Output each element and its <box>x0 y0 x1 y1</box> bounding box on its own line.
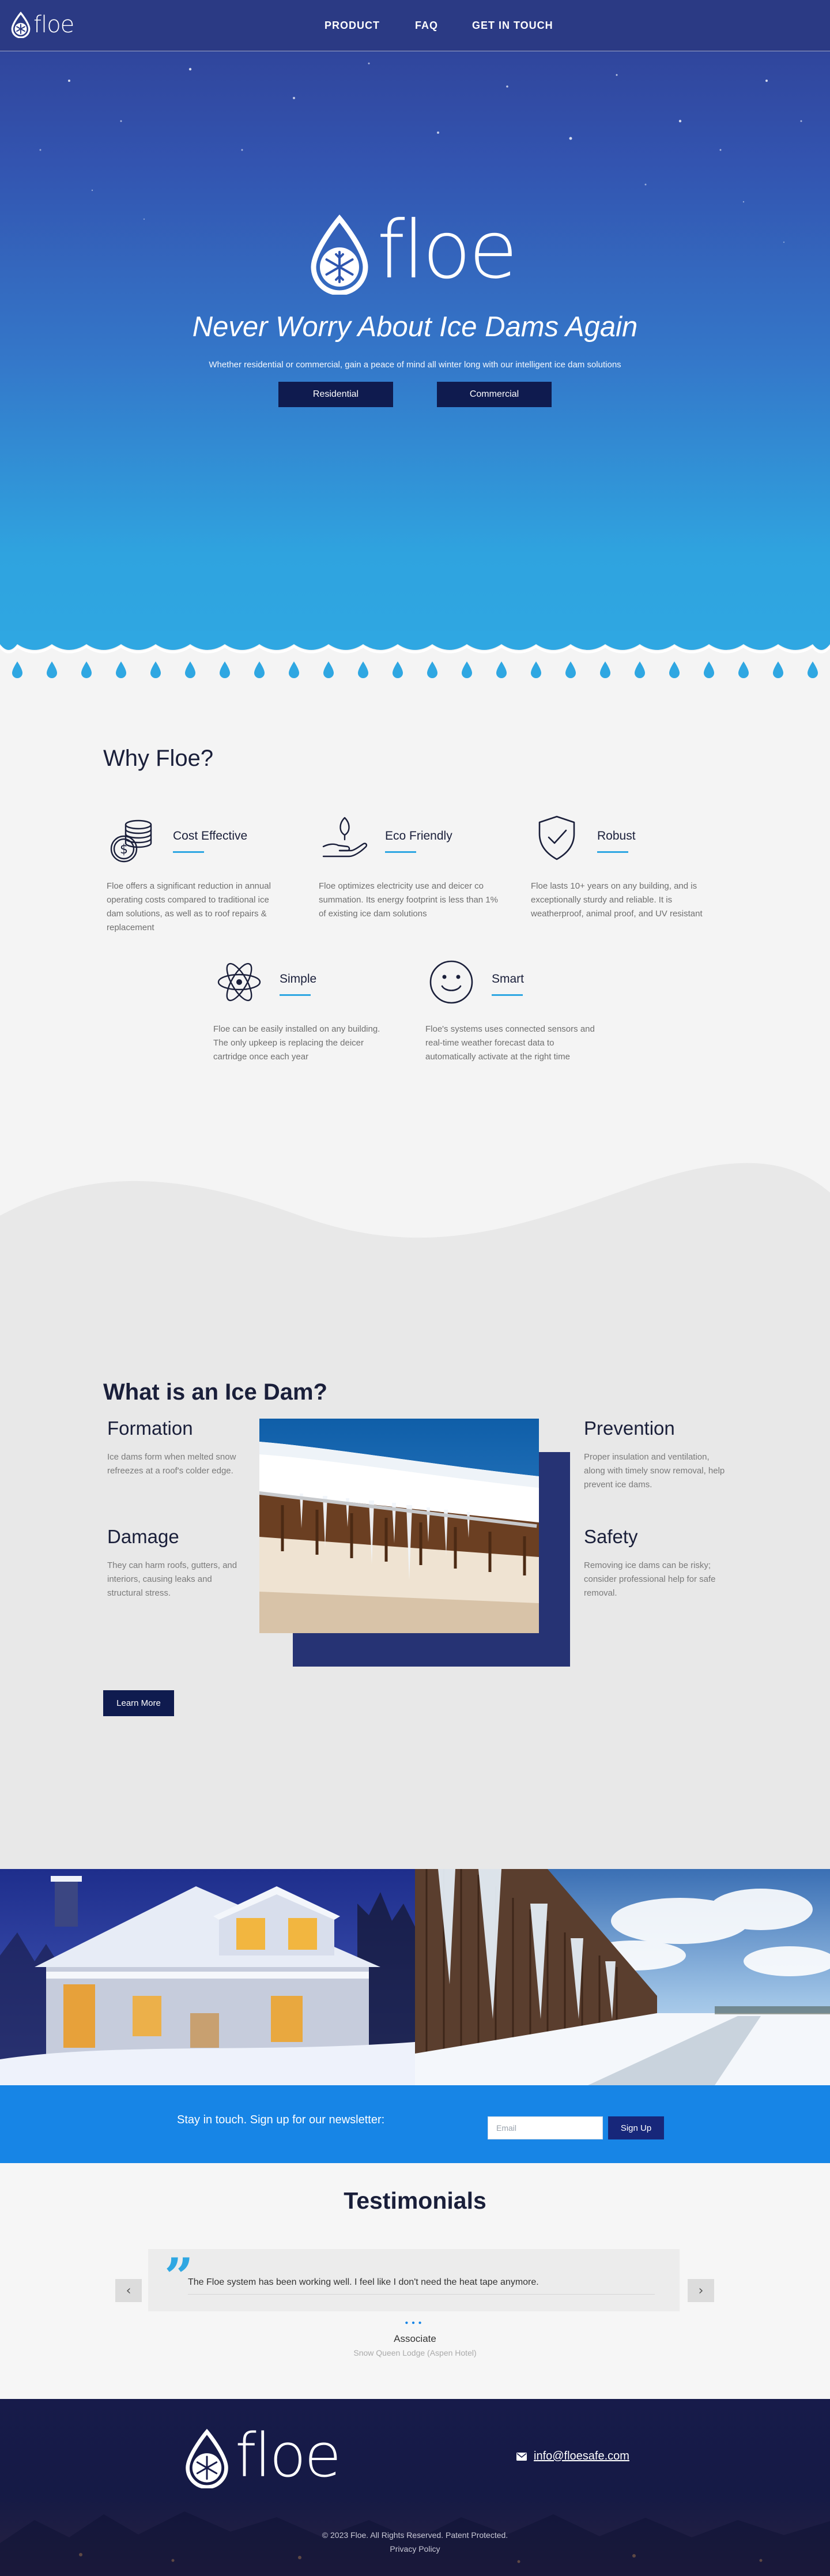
feature-name: Smart <box>492 972 525 986</box>
frozen-fence-photo <box>415 1869 830 2085</box>
email-input[interactable] <box>488 2116 603 2139</box>
prevention-text: Proper insulation and ventilation, along… <box>584 1452 725 1490</box>
footer-logo[interactable]: floe <box>183 2420 341 2491</box>
top-nav: floe PRODUCT FAQ GET IN TOUCH <box>0 0 830 51</box>
feature-name: Eco Friendly <box>385 829 452 843</box>
hero-logo: floe <box>308 204 522 298</box>
feature-underline <box>492 994 523 996</box>
email-link[interactable]: info@floesafe.com <box>534 2450 629 2463</box>
testimonial-author: Associate <box>394 2333 436 2344</box>
newsletter-section: Stay in touch. Sign up for our newslette… <box>0 2085 830 2163</box>
feature-name: Robust <box>597 829 636 843</box>
feature-description: Floe optimizes electricity use and deice… <box>319 881 498 919</box>
drip-wave-divider <box>0 631 830 695</box>
atom-icon <box>217 962 261 1002</box>
nav-links: PRODUCT FAQ GET IN TOUCH <box>325 20 553 32</box>
carousel-dots[interactable]: ••• <box>0 2318 830 2329</box>
copyright-text: © 2023 Floe. All Rights Reserved. Patent… <box>322 2530 508 2540</box>
feature-name: Simple <box>280 972 317 986</box>
feature-name: Cost Effective <box>173 829 248 843</box>
testimonial-organization: Snow Queen Lodge (Aspen Hotel) <box>353 2348 477 2357</box>
nav-link-get-in-touch[interactable]: GET IN TOUCH <box>472 20 553 32</box>
commercial-button[interactable]: Commercial <box>437 382 552 407</box>
mail-icon <box>516 2452 527 2461</box>
footer-contact: info@floesafe.com <box>516 2450 629 2463</box>
feature-description: Floe can be easily installed on any buil… <box>213 1024 380 1062</box>
feature-underline <box>385 851 416 853</box>
footer-logo-wordmark: floe <box>235 2420 341 2491</box>
feature-description: Floe offers a significant reduction in a… <box>107 881 271 932</box>
hero-subtitle: Whether residential or commercial, gain … <box>209 360 621 370</box>
feature-underline <box>597 851 628 853</box>
nav-link-faq[interactable]: FAQ <box>415 20 438 32</box>
sign-up-button[interactable]: Sign Up <box>608 2116 664 2139</box>
roof-icicles-image <box>259 1419 539 1633</box>
testimonial-card: ” The Floe system has been working well.… <box>148 2249 680 2311</box>
formation-heading: Formation <box>107 1417 193 1439</box>
shield-check-icon <box>538 815 575 860</box>
carousel-next-button[interactable]: › <box>688 2279 714 2302</box>
coins-icon: $ <box>110 819 152 863</box>
smiley-icon <box>429 960 473 1004</box>
why-title: Why Floe? <box>103 746 214 771</box>
floe-drop-snowflake-icon <box>11 12 31 38</box>
newsletter-text: Stay in touch. Sign up for our newslette… <box>177 2114 385 2126</box>
safety-text: Removing ice dams can be risky; consider… <box>584 1560 716 1598</box>
hand-leaf-icon <box>322 817 368 858</box>
snowy-house-photo <box>0 1869 415 2085</box>
floe-drop-snowflake-icon <box>186 2428 228 2488</box>
feature-underline <box>280 994 311 996</box>
damage-text: They can harm roofs, gutters, and interi… <box>107 1560 237 1598</box>
nav-logo-wordmark: floe <box>33 12 74 38</box>
damage-heading: Damage <box>107 1526 179 1547</box>
carousel-prev-button[interactable]: ‹ <box>115 2279 142 2302</box>
testimonial-divider <box>188 2294 655 2295</box>
ice-dam-title: What is an Ice Dam? <box>103 1379 327 1405</box>
floe-drop-snowflake-icon <box>311 214 368 295</box>
feature-description: Floe lasts 10+ years on any building, an… <box>531 881 703 919</box>
svg-text:$: $ <box>120 843 128 857</box>
residential-button[interactable]: Residential <box>278 382 393 407</box>
learn-more-button[interactable]: Learn More <box>103 1690 174 1716</box>
feature-description: Floe's systems uses connected sensors an… <box>425 1024 595 1062</box>
footer: floe info@floesafe.com © 2023 Floe. All … <box>0 2399 830 2576</box>
privacy-policy-link[interactable]: Privacy Policy <box>0 2544 830 2554</box>
feature-underline <box>173 851 204 853</box>
prevention-heading: Prevention <box>584 1417 675 1439</box>
safety-heading: Safety <box>584 1526 638 1547</box>
hero-section: floe Never Worry About Ice Dams Again Wh… <box>0 0 830 652</box>
hero-logo-wordmark: floe <box>377 204 518 296</box>
nav-logo[interactable]: floe <box>10 10 74 39</box>
hero-title: Never Worry About Ice Dams Again <box>192 311 638 343</box>
formation-text: Ice dams form when melted snow refreezes… <box>107 1452 236 1476</box>
testimonial-quote: The Floe system has been working well. I… <box>188 2277 539 2287</box>
testimonials-title: Testimonials <box>344 2187 486 2214</box>
nav-link-product[interactable]: PRODUCT <box>325 20 380 32</box>
